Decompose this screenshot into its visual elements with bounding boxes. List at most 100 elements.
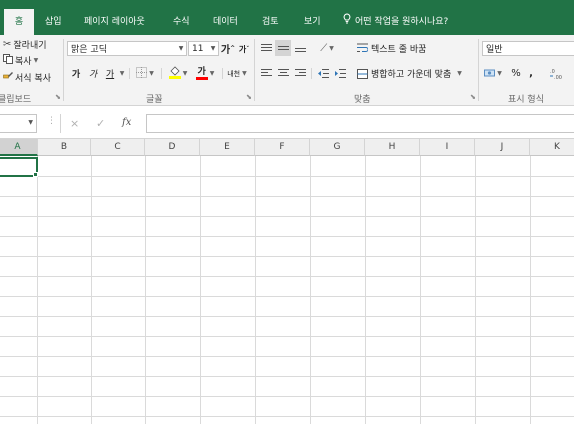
decrease-indent-button[interactable] xyxy=(316,66,330,81)
align-bottom-button[interactable] xyxy=(293,41,307,55)
chevron-down-icon: ▼ xyxy=(457,70,462,77)
tab-data[interactable]: 데이터 xyxy=(213,9,238,35)
column-header-k[interactable]: K xyxy=(530,139,574,156)
divider xyxy=(60,114,61,133)
clipboard-launcher-icon[interactable]: ⬊ xyxy=(55,93,61,101)
column-header-e[interactable]: E xyxy=(200,139,255,156)
gridline xyxy=(0,296,574,297)
divider xyxy=(161,68,162,79)
group-divider xyxy=(63,39,64,101)
grow-font-button[interactable]: 가 ^ xyxy=(221,41,235,56)
insert-function-button[interactable]: fx xyxy=(122,117,131,128)
align-top-icon xyxy=(260,43,272,51)
chevron-down-icon: ▼ xyxy=(28,119,33,126)
formula-bar-grip-icon: ⋮ xyxy=(47,116,56,126)
align-middle-button[interactable] xyxy=(275,40,291,56)
column-header-i[interactable]: I xyxy=(420,139,475,156)
paint-bucket-icon xyxy=(168,65,181,82)
column-header-c[interactable]: C xyxy=(91,139,145,156)
cut-button[interactable]: ✂ 잘라내기 xyxy=(3,38,47,51)
font-launcher-icon[interactable]: ⬊ xyxy=(246,93,252,101)
tab-insert[interactable]: 삽입 xyxy=(45,9,62,35)
bold-button[interactable]: 가 xyxy=(69,66,83,81)
border-icon xyxy=(136,66,148,81)
merge-center-label: 병합하고 가운데 맞춤 xyxy=(371,70,452,80)
formula-input[interactable] xyxy=(146,114,574,133)
alignment-launcher-icon[interactable]: ⬊ xyxy=(470,93,476,101)
tab-formulas[interactable]: 수식 xyxy=(173,9,190,35)
column-header-a[interactable]: A xyxy=(0,139,38,156)
column-header-j[interactable]: J xyxy=(475,139,530,156)
underline-button[interactable]: 가 xyxy=(103,66,117,81)
phonetic-button[interactable]: 내천 ▼ xyxy=(225,65,249,82)
align-center-button[interactable] xyxy=(276,66,290,81)
column-header-f[interactable]: F xyxy=(255,139,310,156)
merge-center-button[interactable]: 병합하고 가운데 맞춤 ▼ xyxy=(357,66,462,81)
tab-review[interactable]: 검토 xyxy=(262,9,279,35)
gridline xyxy=(0,316,574,317)
underline-dropdown[interactable]: ▼ xyxy=(117,66,125,81)
chevron-down-icon: ▼ xyxy=(209,70,215,77)
increase-decimal-icon: .0.00 xyxy=(550,69,562,79)
gridline xyxy=(0,256,574,257)
chevron-down-icon: ▼ xyxy=(33,57,39,64)
align-bottom-icon xyxy=(294,47,306,52)
orientation-button[interactable]: ⟋ ▼ xyxy=(314,40,340,56)
decrease-indent-icon xyxy=(317,69,329,78)
tab-page-layout[interactable]: 페이지 레이아웃 xyxy=(84,9,145,35)
font-name-combo[interactable]: 맑은 고딕 ▼ xyxy=(67,41,187,56)
scissors-icon: ✂ xyxy=(3,39,12,50)
chevron-down-icon: ▼ xyxy=(149,70,154,77)
format-painter-label: 서식 복사 xyxy=(15,74,51,84)
number-group-label: 표시 형식 xyxy=(508,95,544,105)
fill-color-button[interactable]: ▼ xyxy=(166,65,190,82)
borders-button[interactable]: ▼ xyxy=(134,66,156,81)
cell-grid[interactable] xyxy=(0,156,574,424)
number-format-combo[interactable]: 일반 xyxy=(482,41,574,56)
tell-me-box[interactable]: 어떤 작업을 원하시나요? xyxy=(343,9,448,35)
chevron-down-icon: ▼ xyxy=(119,70,125,77)
grow-font-label: 가 xyxy=(220,45,231,56)
caret-down-icon: ˇ xyxy=(246,46,250,53)
merge-cells-icon xyxy=(357,68,368,79)
gridline xyxy=(0,416,574,417)
title-bar xyxy=(0,0,574,9)
comma-style-button[interactable]: , xyxy=(526,66,536,81)
copy-button[interactable]: 복사 ▼ xyxy=(3,54,38,67)
percent-style-button[interactable]: % xyxy=(510,66,522,81)
cancel-button[interactable]: × xyxy=(70,117,79,130)
ribbon: ✂ 잘라내기 복사 ▼ 서식 복사 클립보드 ⬊ 맑은 고딕 ▼ 11 ▼ 가 ^… xyxy=(0,35,574,106)
italic-button[interactable]: 가 xyxy=(86,66,100,81)
tab-view[interactable]: 보기 xyxy=(304,9,321,35)
increase-indent-button[interactable] xyxy=(333,66,347,81)
orientation-icon: ⟋ xyxy=(320,42,328,54)
gridline xyxy=(0,376,574,377)
column-header-g[interactable]: G xyxy=(310,139,365,156)
format-painter-button[interactable]: 서식 복사 xyxy=(3,71,51,84)
column-header-h[interactable]: H xyxy=(365,139,420,156)
increase-decimal-button[interactable]: .0.00 xyxy=(549,66,565,81)
enter-button[interactable]: ✓ xyxy=(96,117,105,130)
fill-handle[interactable] xyxy=(33,172,38,177)
chevron-down-icon: ▼ xyxy=(329,44,334,52)
align-middle-icon xyxy=(277,45,289,50)
shrink-font-button[interactable]: 가ˇ xyxy=(237,42,251,57)
column-header-b[interactable]: B xyxy=(38,139,91,156)
font-size-combo[interactable]: 11 ▼ xyxy=(188,41,219,56)
accounting-format-button[interactable]: ▼ xyxy=(482,66,504,81)
name-box[interactable]: ▼ xyxy=(0,114,37,133)
number-format-value: 일반 xyxy=(486,45,503,55)
chevron-down-icon: ▼ xyxy=(497,70,502,77)
align-right-button[interactable] xyxy=(293,66,307,81)
gridline xyxy=(0,176,574,177)
align-top-button[interactable] xyxy=(259,41,273,55)
group-divider xyxy=(478,39,479,101)
alignment-group-label: 맞춤 xyxy=(354,95,371,105)
tab-home[interactable]: 홈 xyxy=(4,9,34,35)
wrap-text-button[interactable]: 텍스트 줄 바꿈 xyxy=(357,41,426,55)
lightbulb-icon xyxy=(343,9,351,35)
font-color-button[interactable]: 가 ▼ xyxy=(193,65,217,82)
column-header-d[interactable]: D xyxy=(145,139,200,156)
align-left-button[interactable] xyxy=(259,66,273,81)
copy-icon xyxy=(3,54,13,67)
